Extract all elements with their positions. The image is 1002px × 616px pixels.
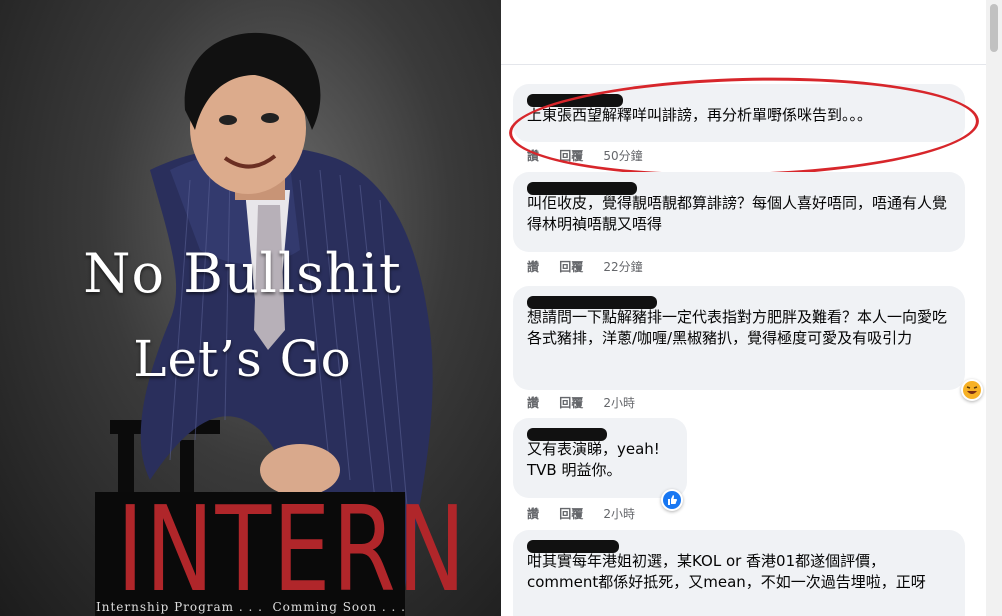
like-thumb-icon[interactable]: [661, 489, 683, 511]
poster-subtitle: Internship Program . . . Comming Soon . …: [96, 600, 406, 614]
reply-link[interactable]: 回覆: [559, 260, 583, 274]
comment-text: 咁其實每年港姐初選，某KOL or 香港01都遂個評價，comment都係好抵死…: [527, 552, 926, 591]
poster-subtitle-right: Comming Soon . . .: [272, 600, 406, 614]
scrollbar[interactable]: [986, 0, 1002, 616]
scrollbar-thumb[interactable]: [990, 4, 998, 52]
poster-big-title: INTERN: [116, 480, 468, 616]
comment-bubble: 咁其實每年港姐初選，某KOL or 香港01都遂個評價，comment都係好抵死…: [513, 530, 965, 616]
poster-title-line-2: Let’s Go: [133, 330, 352, 388]
comment-text: 又有表演睇，yeah! TVB 明益你。: [527, 440, 660, 479]
poster-subtitle-left: Internship Program . . .: [96, 600, 263, 614]
comment-time: 2小時: [603, 396, 636, 410]
comment-actions: 讚 回覆 2小時: [527, 505, 651, 522]
poster-title-line-1: No Bullshit: [83, 242, 402, 305]
poster-image: No Bullshit Let’s Go INTERN Internship P…: [0, 0, 501, 616]
comment-thread: 上東張西望解釋咩叫誹謗，再分析單嘢係咪告到。。。 讚 回覆 50分鐘 叫佢收皮，…: [501, 0, 1002, 616]
comment-bubble: 又有表演睇，yeah! TVB 明益你。: [513, 418, 687, 498]
top-bar: [501, 0, 986, 65]
comment-text: 叫佢收皮，覺得靚唔靚都算誹謗？每個人喜好唔同，唔通有人覺得林明禎唔靚又唔得: [527, 194, 948, 233]
comment-time: 2小時: [603, 507, 636, 521]
comment-time: 22分鐘: [603, 260, 643, 274]
comment-bubble: 想請問一下點解豬排一定代表指對方肥胖及難看？本人一向愛吃各式豬排，洋蔥/咖喱/黑…: [513, 286, 965, 390]
haha-emoji-icon[interactable]: [961, 379, 983, 401]
like-link[interactable]: 讚: [527, 396, 539, 410]
redacted-commenter-name: [527, 540, 619, 553]
like-link[interactable]: 讚: [527, 260, 539, 274]
redacted-commenter-name: [527, 428, 607, 441]
reply-link[interactable]: 回覆: [559, 507, 583, 521]
comment-bubble: 叫佢收皮，覺得靚唔靚都算誹謗？每個人喜好唔同，唔通有人覺得林明禎唔靚又唔得: [513, 172, 965, 252]
redacted-commenter-name: [527, 296, 657, 309]
comment-text: 想請問一下點解豬排一定代表指對方肥胖及難看？本人一向愛吃各式豬排，洋蔥/咖喱/黑…: [527, 308, 948, 347]
comment-actions: 讚 回覆 22分鐘: [527, 258, 659, 275]
reply-link[interactable]: 回覆: [559, 396, 583, 410]
like-link[interactable]: 讚: [527, 507, 539, 521]
comment-actions: 讚 回覆 2小時: [527, 394, 651, 411]
redacted-commenter-name: [527, 182, 637, 195]
